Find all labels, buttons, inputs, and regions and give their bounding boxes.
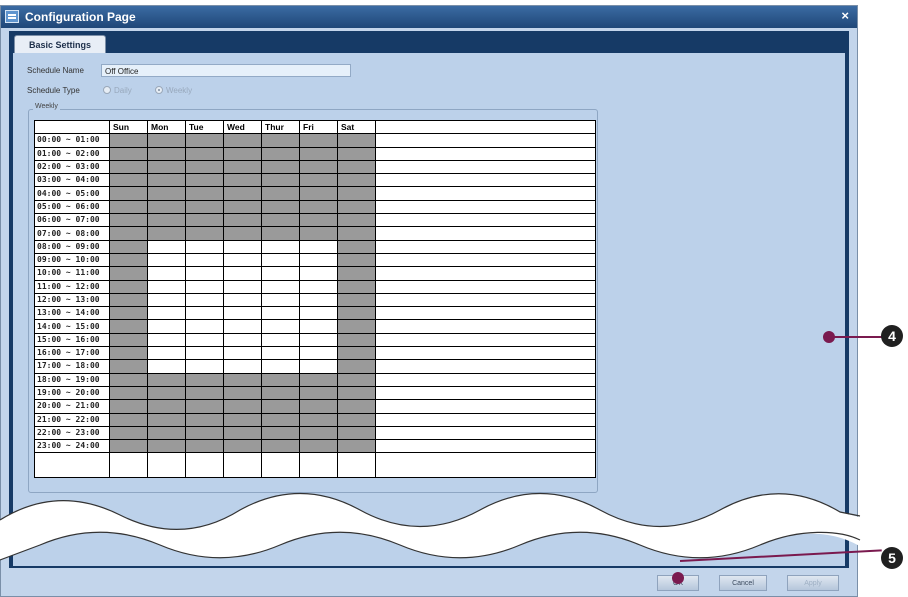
page-break-graphic — [0, 492, 870, 561]
callout-5-dot — [672, 572, 684, 584]
apply-button[interactable]: Apply — [787, 575, 839, 591]
callout-5-badge: 5 — [881, 547, 903, 569]
cancel-button[interactable]: Cancel — [719, 575, 767, 591]
callout-4-line — [830, 336, 882, 338]
callout-4-badge: 4 — [881, 325, 903, 347]
